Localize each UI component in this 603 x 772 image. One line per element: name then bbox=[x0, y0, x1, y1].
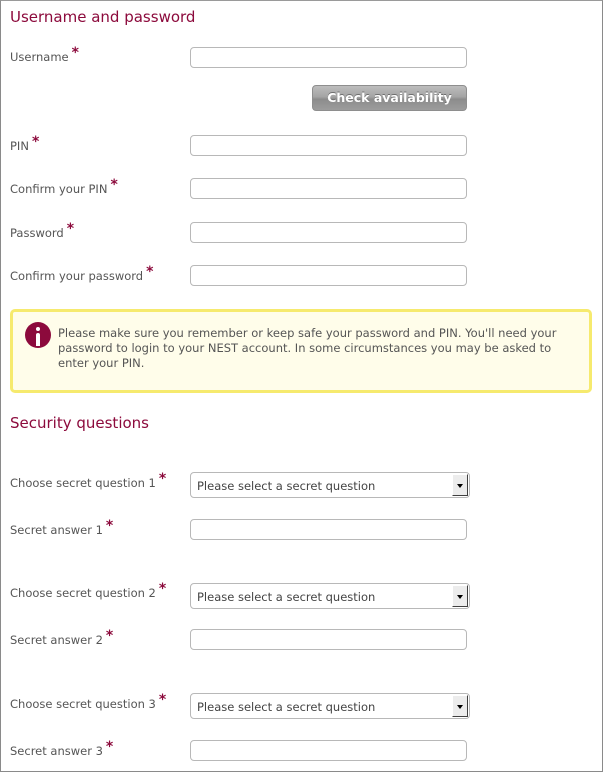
required-marker: * bbox=[31, 134, 40, 150]
pin-label: PIN * bbox=[10, 134, 39, 154]
pin-label-text: PIN bbox=[10, 139, 29, 153]
username-input[interactable] bbox=[190, 47, 467, 68]
required-marker: * bbox=[105, 518, 114, 534]
pin-input[interactable] bbox=[190, 135, 467, 156]
section-title-security-questions: Security questions bbox=[10, 414, 149, 432]
chevron-down-icon[interactable] bbox=[452, 474, 468, 496]
username-label-text: Username bbox=[10, 50, 69, 64]
required-marker: * bbox=[105, 739, 114, 755]
required-marker: * bbox=[66, 221, 75, 237]
secret-question-1-select[interactable]: Please select a secret question bbox=[190, 472, 470, 498]
username-label: Username * bbox=[10, 45, 79, 65]
required-marker: * bbox=[158, 581, 167, 597]
chevron-down-icon[interactable] bbox=[452, 585, 468, 607]
info-notice: Please make sure you remember or keep sa… bbox=[10, 309, 592, 393]
secret-answer-3-label-text: Secret answer 3 bbox=[10, 744, 103, 758]
chevron-down-icon[interactable] bbox=[452, 695, 468, 717]
info-icon bbox=[25, 322, 51, 348]
secret-answer-3-label: Secret answer 3 * bbox=[10, 739, 113, 759]
selected-value: Please select a secret question bbox=[197, 700, 376, 714]
secret-answer-2-label-text: Secret answer 2 bbox=[10, 633, 103, 647]
secret-answer-1-input[interactable] bbox=[190, 519, 467, 540]
secret-question-3-label-text: Choose secret question 3 bbox=[10, 697, 156, 711]
confirm-pin-label-text: Confirm your PIN bbox=[10, 182, 108, 196]
required-marker: * bbox=[71, 45, 79, 61]
secret-answer-2-label: Secret answer 2 * bbox=[10, 628, 113, 648]
secret-question-2-select[interactable]: Please select a secret question bbox=[190, 583, 470, 609]
required-marker: * bbox=[110, 177, 118, 193]
required-marker: * bbox=[158, 471, 167, 487]
notice-text: Please make sure you remember or keep sa… bbox=[58, 326, 557, 370]
registration-form: Username and password Username * Check av… bbox=[0, 0, 603, 772]
secret-answer-3-input[interactable] bbox=[190, 740, 467, 761]
confirm-password-label: Confirm your password * bbox=[10, 264, 153, 284]
confirm-pin-input[interactable] bbox=[190, 178, 467, 199]
confirm-pin-label: Confirm your PIN * bbox=[10, 177, 118, 197]
secret-question-2-label-text: Choose secret question 2 bbox=[10, 586, 156, 600]
password-label: Password * bbox=[10, 221, 74, 241]
confirm-password-input[interactable] bbox=[190, 265, 467, 286]
secret-question-2-label: Choose secret question 2 * bbox=[10, 581, 166, 601]
secret-question-3-select[interactable]: Please select a secret question bbox=[190, 693, 470, 719]
password-input[interactable] bbox=[190, 222, 467, 243]
secret-question-3-label: Choose secret question 3 * bbox=[10, 692, 166, 712]
required-marker: * bbox=[146, 264, 154, 280]
selected-value: Please select a secret question bbox=[197, 479, 376, 493]
secret-answer-1-label-text: Secret answer 1 bbox=[10, 523, 103, 537]
section-title-username-password: Username and password bbox=[10, 8, 196, 26]
confirm-password-label-text: Confirm your password bbox=[10, 269, 144, 283]
secret-question-1-label-text: Choose secret question 1 bbox=[10, 476, 156, 490]
check-availability-button[interactable]: Check availability bbox=[312, 85, 467, 111]
secret-answer-1-label: Secret answer 1 * bbox=[10, 518, 113, 538]
selected-value: Please select a secret question bbox=[197, 590, 376, 604]
password-label-text: Password bbox=[10, 226, 64, 240]
secret-answer-2-input[interactable] bbox=[190, 629, 467, 650]
secret-question-1-label: Choose secret question 1 * bbox=[10, 471, 166, 491]
required-marker: * bbox=[158, 692, 167, 708]
required-marker: * bbox=[105, 628, 114, 644]
